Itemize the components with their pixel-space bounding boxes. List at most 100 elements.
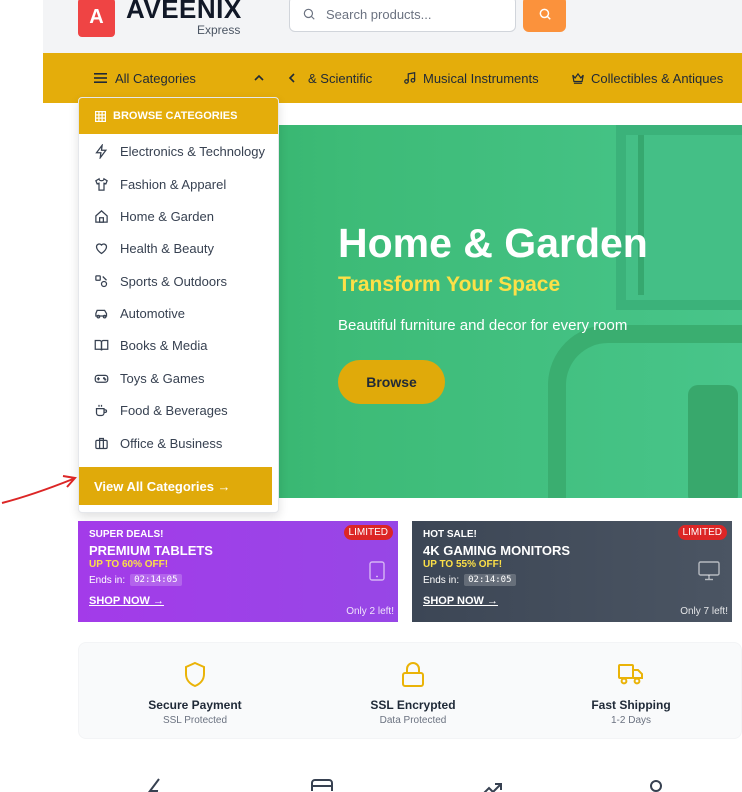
deal-countdown: Ends in: 02:14:05: [423, 574, 721, 586]
crown-icon: [572, 72, 584, 84]
view-all-categories-button[interactable]: View All Categories →: [79, 467, 272, 505]
category-label: Health & Beauty: [120, 240, 214, 256]
category-label: Sports & Outdoors: [120, 273, 227, 289]
category-item-books-media[interactable]: Books & Media: [93, 333, 207, 357]
deal-discount: UP TO 60% OFF!: [89, 559, 169, 570]
nav-item-scientific[interactable]: & Scientific: [308, 53, 372, 103]
deal-title: 4K GAMING MONITORS: [423, 543, 571, 558]
hero-title: Home & Garden: [338, 220, 648, 266]
category-item-sports[interactable]: Sports & Outdoors: [93, 269, 227, 293]
truck-icon: [616, 659, 646, 689]
shop-now-link[interactable]: SHOP NOW →: [89, 595, 387, 607]
sports-icon: [93, 273, 109, 289]
search-button[interactable]: [523, 0, 566, 32]
briefcase-icon: [93, 435, 109, 451]
bolt-icon: [93, 143, 109, 159]
chevron-up-icon[interactable]: [253, 72, 265, 84]
user-icon: [650, 780, 662, 792]
feature-title: SSL Encrypted: [370, 698, 456, 712]
countdown-timer: 02:14:05: [130, 574, 182, 586]
music-icon: [404, 72, 416, 84]
shirt-icon: [93, 176, 109, 192]
logo-mark[interactable]: A: [78, 0, 115, 37]
category-label: Food & Beverages: [120, 402, 228, 418]
countdown-label: Ends in:: [423, 574, 460, 586]
shield-icon: [180, 659, 210, 689]
bolt-icon: [148, 778, 160, 792]
shop-now-link[interactable]: SHOP NOW →: [423, 595, 721, 607]
tablet-icon: [369, 561, 385, 581]
limited-badge: LIMITED: [677, 525, 727, 540]
feature-subtitle: Data Protected: [379, 715, 447, 726]
category-item-office-business[interactable]: Office & Business: [93, 431, 222, 455]
hero-description: Beautiful furniture and decor for every …: [338, 317, 628, 334]
all-categories-label: All Categories: [115, 70, 196, 86]
hero-subtitle: Transform Your Space: [338, 273, 561, 296]
nav-item-label: & Scientific: [308, 70, 373, 86]
annotation-arrow-icon: [1, 475, 77, 504]
trending-icon: [483, 783, 502, 792]
deal-card-tablets[interactable]: SUPER DEALS! PREMIUM TABLETS UP TO 60% O…: [78, 521, 398, 622]
monitor-icon: [698, 561, 720, 581]
countdown-label: Ends in:: [89, 574, 126, 586]
category-item-toys-games[interactable]: Toys & Games: [93, 366, 205, 390]
stock-left: Only 2 left!: [346, 606, 394, 617]
menu-icon: [94, 73, 107, 83]
deal-countdown: Ends in: 02:14:05: [89, 574, 387, 586]
feature-ssl-encrypted: SSL Encrypted Data Protected: [313, 643, 513, 726]
chevron-left-icon[interactable]: [287, 72, 297, 84]
feature-fast-shipping: Fast Shipping 1-2 Days: [531, 643, 731, 726]
browse-button[interactable]: Browse: [338, 360, 445, 404]
grid-icon: [95, 110, 106, 122]
feature-subtitle: 1-2 Days: [610, 715, 651, 726]
search-icon: [303, 8, 315, 20]
gamepad-icon: [93, 370, 109, 386]
nav-item-label: Collectibles & Antiques: [591, 70, 724, 86]
category-label: Automotive: [120, 305, 186, 321]
category-label: Toys & Games: [120, 370, 205, 386]
home-icon: [93, 208, 109, 224]
feature-title: Secure Payment: [148, 698, 242, 712]
all-categories-button[interactable]: All Categories: [94, 53, 196, 103]
dropdown-header: BROWSE CATEGORIES: [79, 98, 278, 134]
category-item-home-garden[interactable]: Home & Garden: [93, 204, 214, 228]
search-box: [289, 0, 516, 32]
category-label: Fashion & Apparel: [120, 176, 227, 192]
category-item-fashion[interactable]: Fashion & Apparel: [93, 172, 226, 196]
deal-kicker: SUPER DEALS!: [89, 529, 164, 540]
cup-icon: [93, 402, 109, 418]
deal-kicker: HOT SALE!: [423, 529, 477, 540]
category-label: Electronics & Technology: [120, 143, 266, 159]
features-strip: Secure Payment SSL Protected SSL Encrypt…: [78, 642, 742, 739]
cart-icon: [311, 779, 333, 791]
nav-item-musical-instruments[interactable]: Musical Instruments: [403, 53, 539, 103]
page: A AVEENIX Express All Categories & Scien…: [0, 0, 742, 792]
deal-title: PREMIUM TABLETS: [89, 543, 213, 558]
deal-card-monitors[interactable]: HOT SALE! 4K GAMING MONITORS UP TO 55% O…: [412, 521, 732, 622]
category-item-health-beauty[interactable]: Health & Beauty: [93, 236, 214, 260]
limited-badge: LIMITED: [343, 525, 393, 540]
logo-subtitle: Express: [197, 23, 241, 37]
feature-subtitle: SSL Protected: [162, 715, 228, 726]
lock-icon: [398, 659, 428, 689]
category-label: Books & Media: [120, 337, 208, 353]
category-item-electronics[interactable]: Electronics & Technology: [93, 139, 265, 163]
nav-item-label: Musical Instruments: [423, 70, 539, 86]
hero-frame-edge: [638, 135, 742, 295]
feature-secure-payment: Secure Payment SSL Protected: [95, 643, 295, 726]
category-dropdown: BROWSE CATEGORIES Electronics & Technolo…: [78, 97, 279, 513]
category-label: Home & Garden: [120, 208, 214, 224]
category-label: Office & Business: [120, 435, 223, 451]
book-icon: [93, 337, 109, 353]
nav-item-collectibles[interactable]: Collectibles & Antiques: [571, 53, 723, 103]
hero-chair-leg: [688, 385, 738, 498]
dropdown-header-label: BROWSE CATEGORIES: [113, 110, 238, 122]
countdown-timer: 02:14:05: [464, 574, 516, 586]
logo-name[interactable]: AVEENIX: [126, 0, 242, 25]
car-icon: [93, 305, 109, 321]
search-input[interactable]: [326, 6, 496, 22]
category-item-automotive[interactable]: Automotive: [93, 301, 185, 325]
stock-left: Only 7 left!: [680, 606, 728, 617]
category-item-food-beverages[interactable]: Food & Beverages: [93, 398, 228, 422]
feature-title: Fast Shipping: [591, 698, 671, 712]
